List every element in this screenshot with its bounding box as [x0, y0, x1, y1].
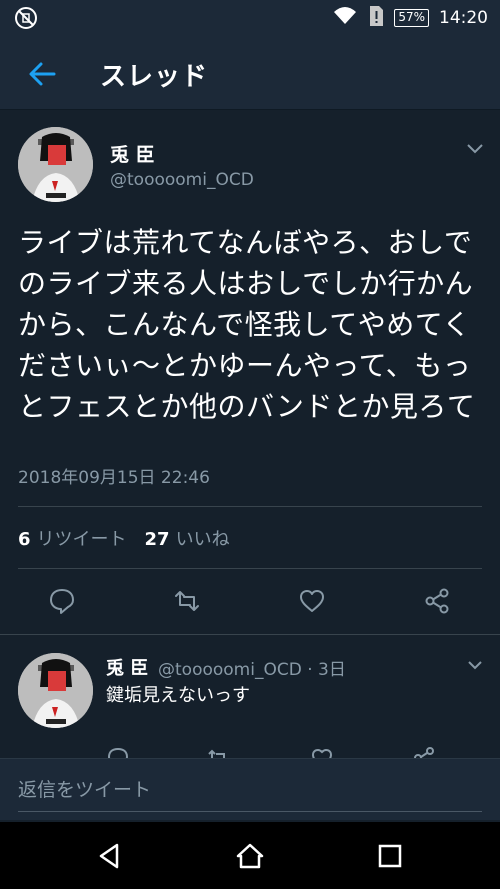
page-title: スレッド	[100, 62, 209, 92]
compose-bar	[0, 758, 500, 821]
app-bar: スレッド	[0, 36, 500, 110]
system-nav-bar	[0, 822, 500, 889]
back-arrow-icon[interactable]	[26, 58, 58, 90]
input-underline	[18, 811, 482, 812]
wifi-icon	[332, 4, 358, 32]
divider	[0, 634, 500, 635]
author-handle[interactable]: @tooooomi_OCD	[110, 170, 254, 190]
no-sim-icon	[14, 6, 38, 30]
share-icon[interactable]	[423, 587, 451, 615]
retweet-stat[interactable]: 6 リツイート	[18, 525, 127, 551]
home-circle-icon[interactable]	[235, 841, 265, 871]
tweet-timestamp: 2018年09月15日 22:46	[18, 468, 210, 488]
reply-author-name[interactable]: 兎 臣	[106, 654, 148, 680]
like-stat[interactable]: 27 いいね	[145, 525, 230, 551]
tweet-text: ライブは荒れてなんぼやろ、おしでのライブ来る人はおしでしか行かんから、こんなんで…	[18, 226, 476, 423]
divider	[18, 506, 482, 507]
chevron-down-icon[interactable]	[466, 657, 484, 671]
author-name[interactable]: 兎 臣	[110, 140, 155, 167]
reply-meta: @tooooomi_OCD · 3日	[158, 660, 346, 680]
like-icon[interactable]	[298, 587, 326, 615]
battery-icon: 57%	[394, 9, 429, 27]
clock: 14:20	[439, 8, 488, 28]
chevron-down-icon[interactable]	[465, 140, 485, 156]
tweet-stats: 6 リツイート 27 いいね	[18, 525, 248, 551]
reply-avatar[interactable]	[18, 653, 93, 728]
recents-square-icon[interactable]	[375, 841, 405, 871]
avatar[interactable]	[18, 127, 93, 202]
divider	[18, 568, 482, 569]
status-bar: 57% 14:20	[0, 0, 500, 36]
reply-icon[interactable]	[48, 587, 76, 615]
reply-actions	[0, 740, 500, 760]
reply-text: 鍵垢見えないっす	[106, 685, 250, 706]
sim-alert-icon	[368, 5, 384, 31]
retweet-icon[interactable]	[173, 587, 201, 615]
back-triangle-icon[interactable]	[95, 841, 125, 871]
